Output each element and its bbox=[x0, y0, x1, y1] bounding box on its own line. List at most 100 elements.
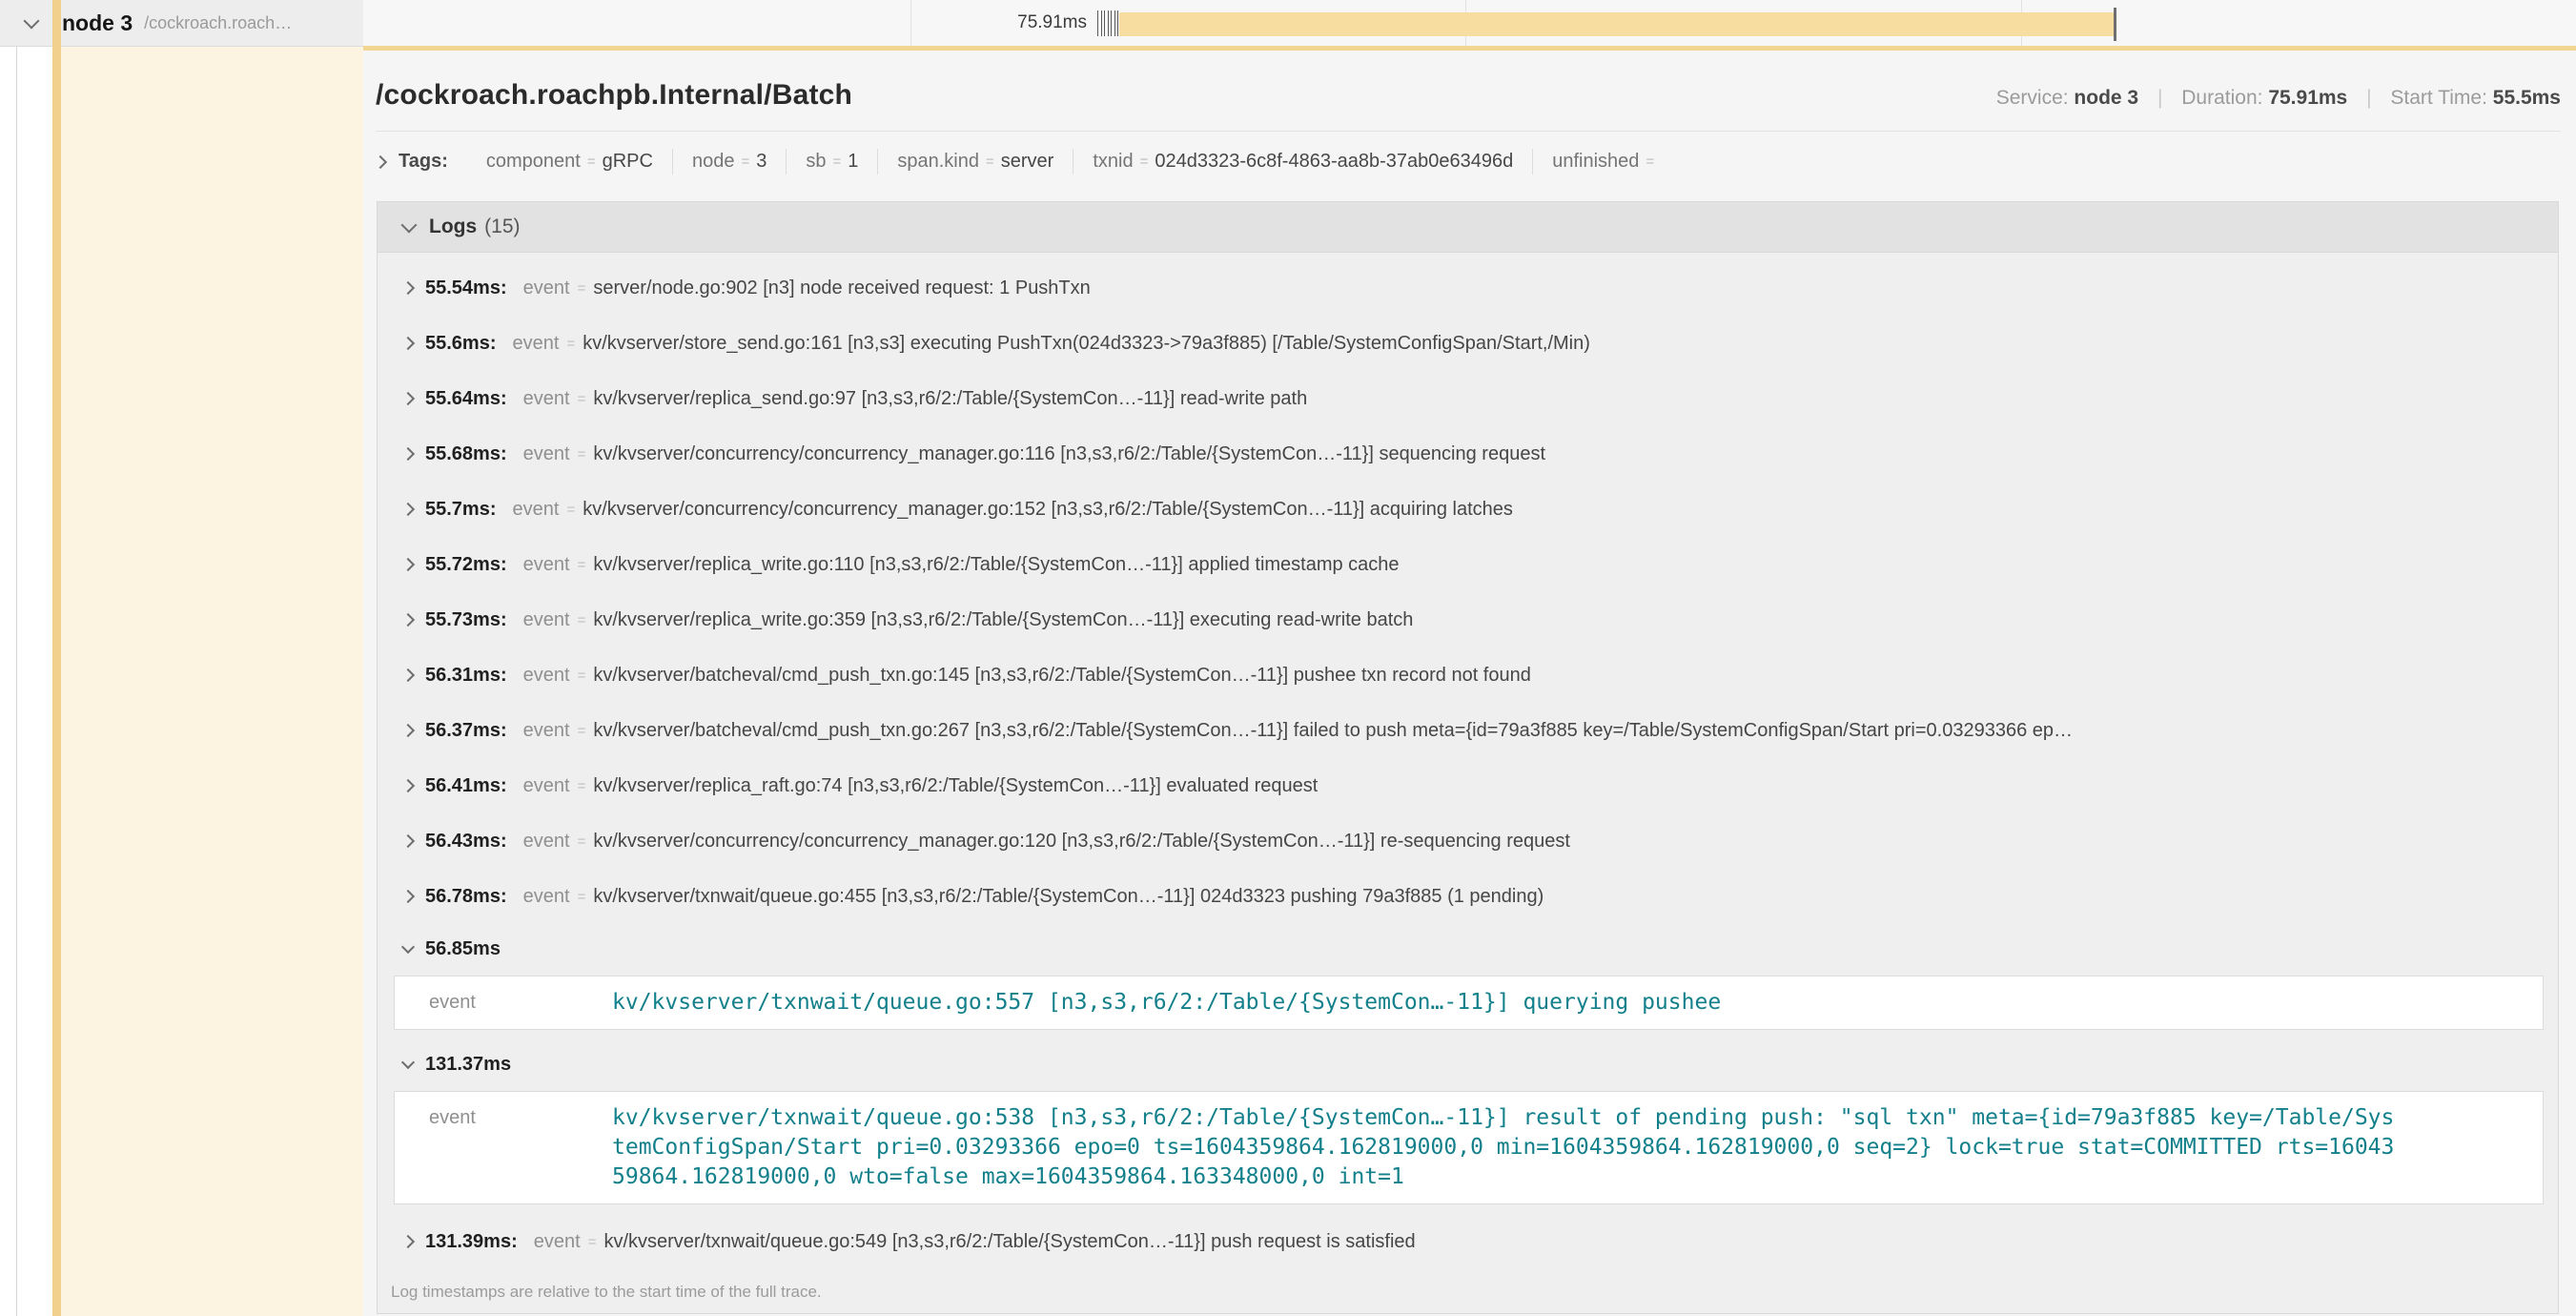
log-expand-icon[interactable] bbox=[401, 834, 415, 848]
span-operation-name[interactable]: /cockroach.roach… bbox=[144, 13, 292, 33]
log-expand-icon[interactable] bbox=[401, 558, 415, 571]
log-group: 131.37ms event kv/kvserver/txnwait/queue… bbox=[378, 1039, 2558, 1204]
left-gutter-line bbox=[16, 46, 17, 1316]
log-message: kv/kvserver/replica_raft.go:74 [n3,s3,r6… bbox=[593, 775, 1318, 797]
log-row[interactable]: 56.43ms: event = kv/kvserver/concurrency… bbox=[378, 813, 2558, 869]
log-row[interactable]: 55.72ms: event = kv/kvserver/replica_wri… bbox=[378, 537, 2558, 592]
log-timestamp: 55.68ms: bbox=[425, 443, 507, 465]
log-keyvalue-table: event kv/kvserver/txnwait/queue.go:557 [… bbox=[394, 976, 2544, 1030]
log-equals-sign: = bbox=[588, 1234, 597, 1250]
tags-list: component = gRPC node = 3 sb = 1 span.ki… bbox=[467, 149, 1680, 175]
log-field-name: event bbox=[395, 1103, 612, 1192]
span-detail-header: /cockroach.roachpb.Internal/Batch Servic… bbox=[363, 51, 2576, 131]
span-duration-bar[interactable] bbox=[1119, 12, 2115, 36]
log-field-name: event bbox=[523, 665, 570, 687]
log-equals-sign: = bbox=[578, 889, 586, 905]
log-message: kv/kvserver/batcheval/cmd_push_txn.go:14… bbox=[593, 665, 1531, 687]
log-timestamp: 131.39ms: bbox=[425, 1231, 518, 1253]
log-row[interactable]: 56.31ms: event = kv/kvserver/batcheval/c… bbox=[378, 648, 2558, 703]
log-row[interactable]: 55.6ms: event = kv/kvserver/store_send.g… bbox=[378, 316, 2558, 371]
log-expand-icon[interactable] bbox=[401, 668, 415, 682]
log-timestamp: 55.7ms: bbox=[425, 499, 497, 521]
log-collapse-icon[interactable] bbox=[401, 1056, 415, 1069]
logs-count: (15) bbox=[484, 216, 520, 238]
log-field-name: event bbox=[523, 775, 570, 797]
log-row[interactable]: 55.64ms: event = kv/kvserver/replica_sen… bbox=[378, 371, 2558, 426]
log-row[interactable]: 55.7ms: event = kv/kvserver/concurrency/… bbox=[378, 482, 2558, 537]
log-field-value: kv/kvserver/txnwait/queue.go:557 [n3,s3,… bbox=[612, 988, 1721, 1018]
span-overview: Service: node 3 | Duration: 75.91ms | St… bbox=[1983, 87, 2561, 110]
tag-item: sb = 1 bbox=[786, 149, 877, 175]
overview-item: Service: node 3 bbox=[1996, 87, 2138, 109]
tag-item: unfinished = bbox=[1532, 149, 1680, 175]
tags-expand-icon[interactable] bbox=[374, 154, 387, 168]
overview-item: Duration: 75.91ms bbox=[2181, 87, 2347, 109]
collapse-children-icon[interactable] bbox=[26, 14, 37, 31]
log-expand-icon[interactable] bbox=[401, 392, 415, 405]
log-message: kv/kvserver/batcheval/cmd_push_txn.go:26… bbox=[593, 720, 2073, 742]
tags-row[interactable]: Tags: component = gRPC node = 3 sb = 1 s… bbox=[363, 132, 2576, 190]
span-timeline-row[interactable]: 75.91ms bbox=[363, 0, 2576, 46]
log-timestamp: 55.6ms: bbox=[425, 333, 497, 355]
log-expand-icon[interactable] bbox=[401, 890, 415, 903]
span-color-accent-bar bbox=[52, 0, 61, 1316]
log-equals-sign: = bbox=[578, 723, 586, 739]
log-expand-icon[interactable] bbox=[401, 724, 415, 737]
log-timestamp: 56.37ms: bbox=[425, 720, 507, 742]
log-marker-tick bbox=[1101, 10, 1102, 36]
log-row[interactable]: 131.39ms: event = kv/kvserver/txnwait/qu… bbox=[378, 1214, 2558, 1269]
log-field-name: event bbox=[523, 609, 570, 631]
log-row[interactable]: 56.78ms: event = kv/kvserver/txnwait/que… bbox=[378, 869, 2558, 924]
log-field-name: event bbox=[523, 443, 570, 465]
log-row-expanded[interactable]: 131.37ms bbox=[378, 1039, 2558, 1089]
log-row-expanded[interactable]: 56.85ms bbox=[378, 924, 2558, 974]
selected-span-name-column bbox=[61, 46, 363, 1316]
log-equals-sign: = bbox=[578, 833, 586, 850]
log-marker-tick bbox=[1111, 10, 1112, 36]
log-timestamp: 55.72ms: bbox=[425, 554, 507, 576]
log-field-name: event bbox=[523, 831, 570, 853]
timeline-gridline bbox=[910, 0, 911, 46]
log-collapse-icon[interactable] bbox=[401, 940, 415, 954]
log-row[interactable]: 56.41ms: event = kv/kvserver/replica_raf… bbox=[378, 758, 2558, 813]
log-row[interactable]: 55.73ms: event = kv/kvserver/replica_wri… bbox=[378, 592, 2558, 648]
log-field-value: kv/kvserver/txnwait/queue.go:538 [n3,s3,… bbox=[612, 1103, 2394, 1192]
log-message: kv/kvserver/txnwait/queue.go:455 [n3,s3,… bbox=[593, 886, 1544, 908]
log-group: 56.85ms event kv/kvserver/txnwait/queue.… bbox=[378, 924, 2558, 1030]
span-duration-label: 75.91ms bbox=[935, 0, 1087, 46]
log-field-name: event bbox=[534, 1231, 581, 1253]
log-equals-sign: = bbox=[578, 612, 586, 628]
trace-detail-view: node 3 /cockroach.roach… 75.91ms /cockro… bbox=[0, 0, 2576, 1316]
log-timestamp: 56.43ms: bbox=[425, 831, 507, 853]
span-service-name[interactable]: node 3 bbox=[62, 10, 133, 36]
log-expand-icon[interactable] bbox=[401, 337, 415, 350]
log-row[interactable]: 55.68ms: event = kv/kvserver/concurrency… bbox=[378, 426, 2558, 482]
log-equals-sign: = bbox=[578, 778, 586, 794]
logs-section: Logs (15) 55.54ms: event = server/node.g… bbox=[377, 201, 2559, 1314]
logs-header[interactable]: Logs (15) bbox=[378, 202, 2558, 253]
log-timestamp: 55.73ms: bbox=[425, 609, 507, 631]
log-equals-sign: = bbox=[578, 668, 586, 684]
log-field-name: event bbox=[523, 886, 570, 908]
log-row[interactable]: 55.54ms: event = server/node.go:902 [n3]… bbox=[378, 260, 2558, 316]
log-field-name: event bbox=[513, 499, 560, 521]
logs-collapse-icon[interactable] bbox=[401, 217, 418, 234]
log-expand-icon[interactable] bbox=[401, 503, 415, 516]
log-message: kv/kvserver/txnwait/queue.go:549 [n3,s3,… bbox=[603, 1231, 1415, 1253]
log-timestamp: 55.64ms: bbox=[425, 388, 507, 410]
log-expand-icon[interactable] bbox=[401, 1235, 415, 1248]
log-row[interactable]: 56.37ms: event = kv/kvserver/batcheval/c… bbox=[378, 703, 2558, 758]
log-expand-icon[interactable] bbox=[401, 613, 415, 627]
log-marker-tick bbox=[1104, 10, 1105, 36]
log-marker-tick bbox=[1108, 10, 1109, 36]
log-expand-icon[interactable] bbox=[401, 281, 415, 295]
log-equals-sign: = bbox=[566, 502, 575, 518]
logs-footer-note: Log timestamps are relative to the start… bbox=[378, 1269, 2558, 1313]
log-field-name: event bbox=[523, 388, 570, 410]
log-expand-icon[interactable] bbox=[401, 779, 415, 792]
log-timestamp: 131.37ms bbox=[425, 1054, 511, 1076]
log-message: server/node.go:902 [n3] node received re… bbox=[593, 278, 1090, 299]
log-marker-tick bbox=[1117, 10, 1118, 36]
span-detail-panel: /cockroach.roachpb.Internal/Batch Servic… bbox=[363, 46, 2576, 1316]
log-expand-icon[interactable] bbox=[401, 447, 415, 461]
